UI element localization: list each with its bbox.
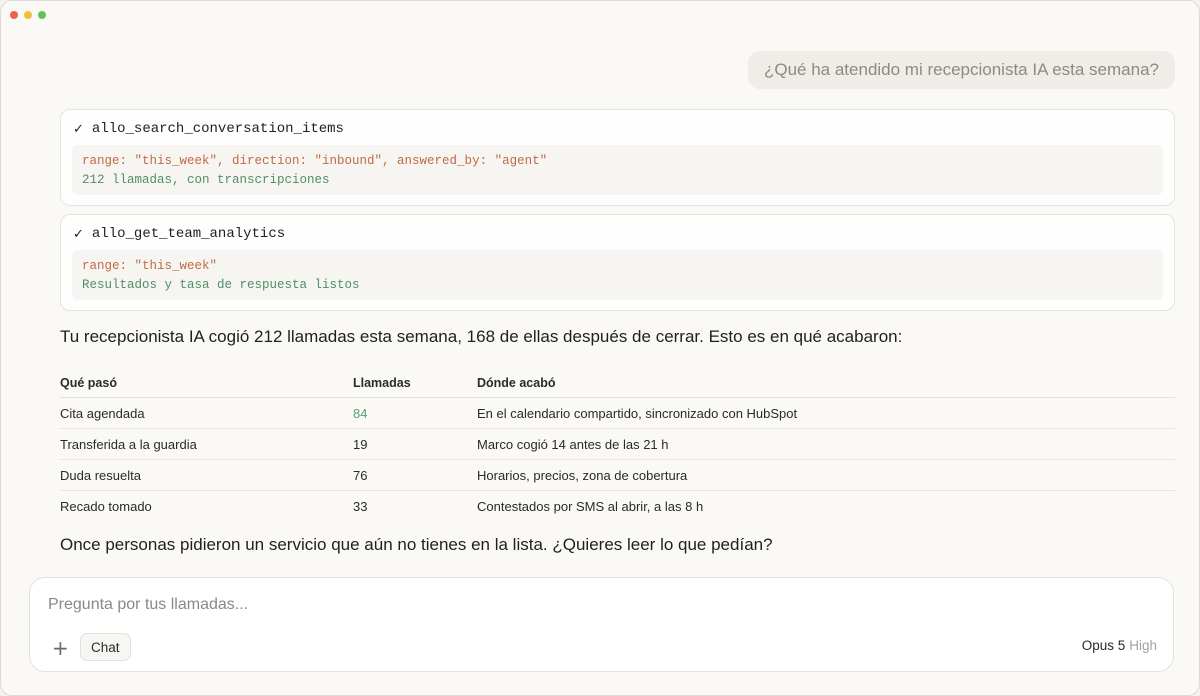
- table-row: Transferida a la guardia 19 Marco cogió …: [60, 428, 1175, 460]
- assistant-summary: Tu recepcionista IA cogió 212 llamadas e…: [60, 327, 903, 346]
- calls-count-cell: 84: [353, 397, 477, 429]
- tool-call-card[interactable]: ✓ allo_get_team_analytics range: "this_w…: [60, 214, 1175, 311]
- tool-args: range: "this_week": [82, 259, 218, 273]
- outcome-cell: Recado tomado: [60, 498, 152, 514]
- table-row: Duda resuelta 76 Horarios, precios, zona…: [60, 459, 1175, 491]
- check-icon: ✓: [73, 226, 84, 242]
- add-attachment-icon[interactable]: +: [52, 636, 69, 660]
- column-header: Dónde acabó: [477, 369, 1175, 398]
- maximize-window-button[interactable]: [38, 11, 46, 19]
- tool-call-details: range: "this_week", direction: "inbound"…: [72, 145, 1163, 195]
- column-header: Llamadas: [353, 369, 477, 398]
- calls-count-cell: 19: [353, 428, 477, 460]
- app-window: ¿Qué ha atendido mi recepcionista IA est…: [0, 0, 1200, 696]
- tool-call-header[interactable]: ✓ allo_search_conversation_items: [73, 121, 344, 137]
- window-controls: [10, 11, 46, 19]
- destination-cell: Contestados por SMS al abrir, a las 8 h: [477, 498, 704, 514]
- table-header-row: Qué pasó Llamadas Dónde acabó: [60, 369, 1175, 398]
- model-name: Opus 5: [1081, 638, 1126, 653]
- destination-cell: Horarios, precios, zona de cobertura: [477, 459, 1175, 491]
- calls-table: Qué pasó Llamadas Dónde acabó Cita agend…: [60, 369, 1175, 521]
- minimize-window-button[interactable]: [24, 11, 32, 19]
- model-effort: High: [1129, 638, 1157, 653]
- outcome-cell: Transferida a la guardia: [60, 428, 353, 460]
- destination-cell: Marco cogió 14 antes de las 21 h: [477, 428, 1175, 460]
- tool-name: allo_search_conversation_items: [91, 121, 344, 137]
- tool-args: range: "this_week", direction: "inbound"…: [82, 154, 548, 168]
- column-header: Qué pasó: [60, 369, 353, 398]
- tool-result: 212 llamadas, con transcripciones: [82, 173, 330, 187]
- destination-cell: En el calendario compartido, sincronizad…: [477, 397, 1175, 429]
- tool-name: allo_get_team_analytics: [91, 226, 286, 242]
- outcome-cell: Duda resuelta: [60, 459, 353, 491]
- user-message: ¿Qué ha atendido mi recepcionista IA est…: [747, 51, 1175, 89]
- message-composer: + Chat Opus 5High: [29, 577, 1174, 672]
- tool-result: Resultados y tasa de respuesta listos: [82, 278, 360, 292]
- table-row: Recado tomado 33 Contestados por SMS al …: [60, 491, 1175, 522]
- calls-count-cell: 76: [353, 459, 477, 491]
- check-icon: ✓: [73, 121, 84, 137]
- assistant-followup: Once personas pidieron un servicio que a…: [60, 535, 773, 554]
- tool-call-details: range: "this_week" Resultados y tasa de …: [72, 250, 1163, 300]
- close-window-button[interactable]: [10, 11, 18, 19]
- tool-call-header[interactable]: ✓ allo_get_team_analytics: [73, 226, 285, 242]
- outcome-cell: Cita agendada: [60, 397, 353, 429]
- mode-chat-button[interactable]: Chat: [80, 633, 131, 661]
- message-input[interactable]: [48, 596, 948, 614]
- calls-count-cell: 33: [353, 498, 368, 514]
- model-selector[interactable]: Opus 5 High: [1082, 638, 1157, 653]
- table-row: Cita agendada 84 En el calendario compar…: [60, 397, 1175, 429]
- tool-call-card[interactable]: ✓ allo_search_conversation_items range: …: [60, 109, 1175, 206]
